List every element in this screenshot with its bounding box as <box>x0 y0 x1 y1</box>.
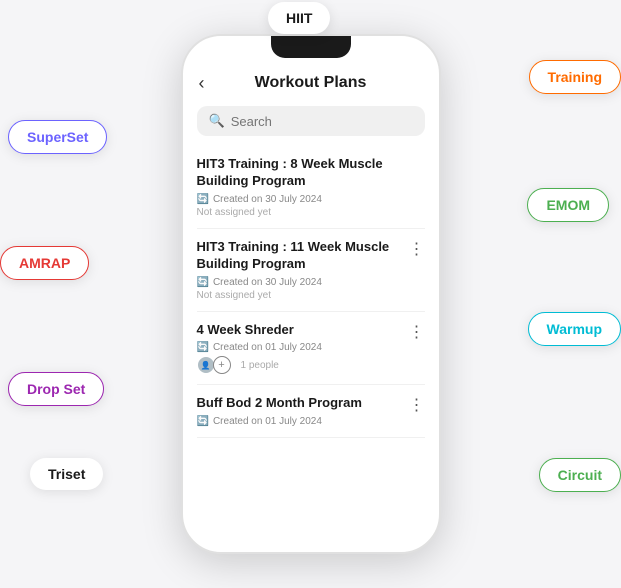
sync-icon: 🔄 <box>197 416 209 427</box>
back-button[interactable]: ‹ <box>199 73 205 94</box>
sync-icon: 🔄 <box>197 342 209 353</box>
more-menu-icon[interactable]: ⋮ <box>409 239 425 259</box>
avatar: 👤 <box>197 356 215 374</box>
workout-title: HIT3 Training : 11 Week Muscle Building … <box>197 239 425 273</box>
people-avatars: 👤 + <box>197 356 231 374</box>
more-menu-icon[interactable]: ⋮ <box>409 395 425 415</box>
workout-meta: 🔄 Created on 30 July 2024 <box>197 277 425 288</box>
floating-training: Training <box>529 60 621 94</box>
search-bar[interactable]: 🔍 <box>197 106 425 136</box>
created-date: Created on 01 July 2024 <box>213 342 322 353</box>
workout-meta: 🔄 Created on 30 July 2024 <box>197 194 425 205</box>
workout-title: HIT3 Training : 8 Week Muscle Building P… <box>197 156 425 190</box>
app-header: ‹ Workout Plans <box>183 64 439 98</box>
people-row: 👤 + 1 people <box>197 356 425 374</box>
sync-icon: 🔄 <box>197 277 209 288</box>
not-assigned: Not assigned yet <box>197 290 425 301</box>
workout-item[interactable]: HIT3 Training : 8 Week Muscle Building P… <box>197 146 425 229</box>
workout-list: HIT3 Training : 8 Week Muscle Building P… <box>183 146 439 552</box>
created-date: Created on 01 July 2024 <box>213 416 322 427</box>
phone-notch <box>271 36 351 58</box>
floating-amrap: AMRAP <box>0 246 89 280</box>
floating-circuit: Circuit <box>539 458 621 492</box>
workout-item[interactable]: ⋮ HIT3 Training : 11 Week Muscle Buildin… <box>197 229 425 312</box>
search-icon: 🔍 <box>209 113 225 129</box>
floating-triset: Triset <box>30 458 103 490</box>
workout-meta: 🔄 Created on 01 July 2024 <box>197 416 425 427</box>
workout-title: Buff Bod 2 Month Program <box>197 395 425 412</box>
floating-emom: EMOM <box>527 188 609 222</box>
phone-screen: ‹ Workout Plans 🔍 HIT3 Training : 8 Week… <box>181 34 441 554</box>
floating-dropset: Drop Set <box>8 372 104 406</box>
floating-superset: SuperSet <box>8 120 107 154</box>
workout-title: 4 Week Shreder <box>197 322 425 339</box>
more-menu-icon[interactable]: ⋮ <box>409 322 425 342</box>
created-date: Created on 30 July 2024 <box>213 194 322 205</box>
add-person-icon[interactable]: + <box>213 356 231 374</box>
workout-item[interactable]: ⋮ Buff Bod 2 Month Program 🔄 Created on … <box>197 385 425 438</box>
search-input[interactable] <box>231 114 413 129</box>
created-date: Created on 30 July 2024 <box>213 277 322 288</box>
people-count: 1 people <box>241 360 279 371</box>
floating-warmup: Warmup <box>528 312 621 346</box>
workout-meta: 🔄 Created on 01 July 2024 <box>197 342 425 353</box>
workout-item[interactable]: ⋮ 4 Week Shreder 🔄 Created on 01 July 20… <box>197 312 425 386</box>
phone-inner: ‹ Workout Plans 🔍 HIT3 Training : 8 Week… <box>183 36 439 552</box>
page-title: Workout Plans <box>255 74 367 92</box>
sync-icon: 🔄 <box>197 194 209 205</box>
floating-hiit: HIIT <box>268 2 330 34</box>
phone-device: ‹ Workout Plans 🔍 HIT3 Training : 8 Week… <box>181 34 441 554</box>
not-assigned: Not assigned yet <box>197 207 425 218</box>
